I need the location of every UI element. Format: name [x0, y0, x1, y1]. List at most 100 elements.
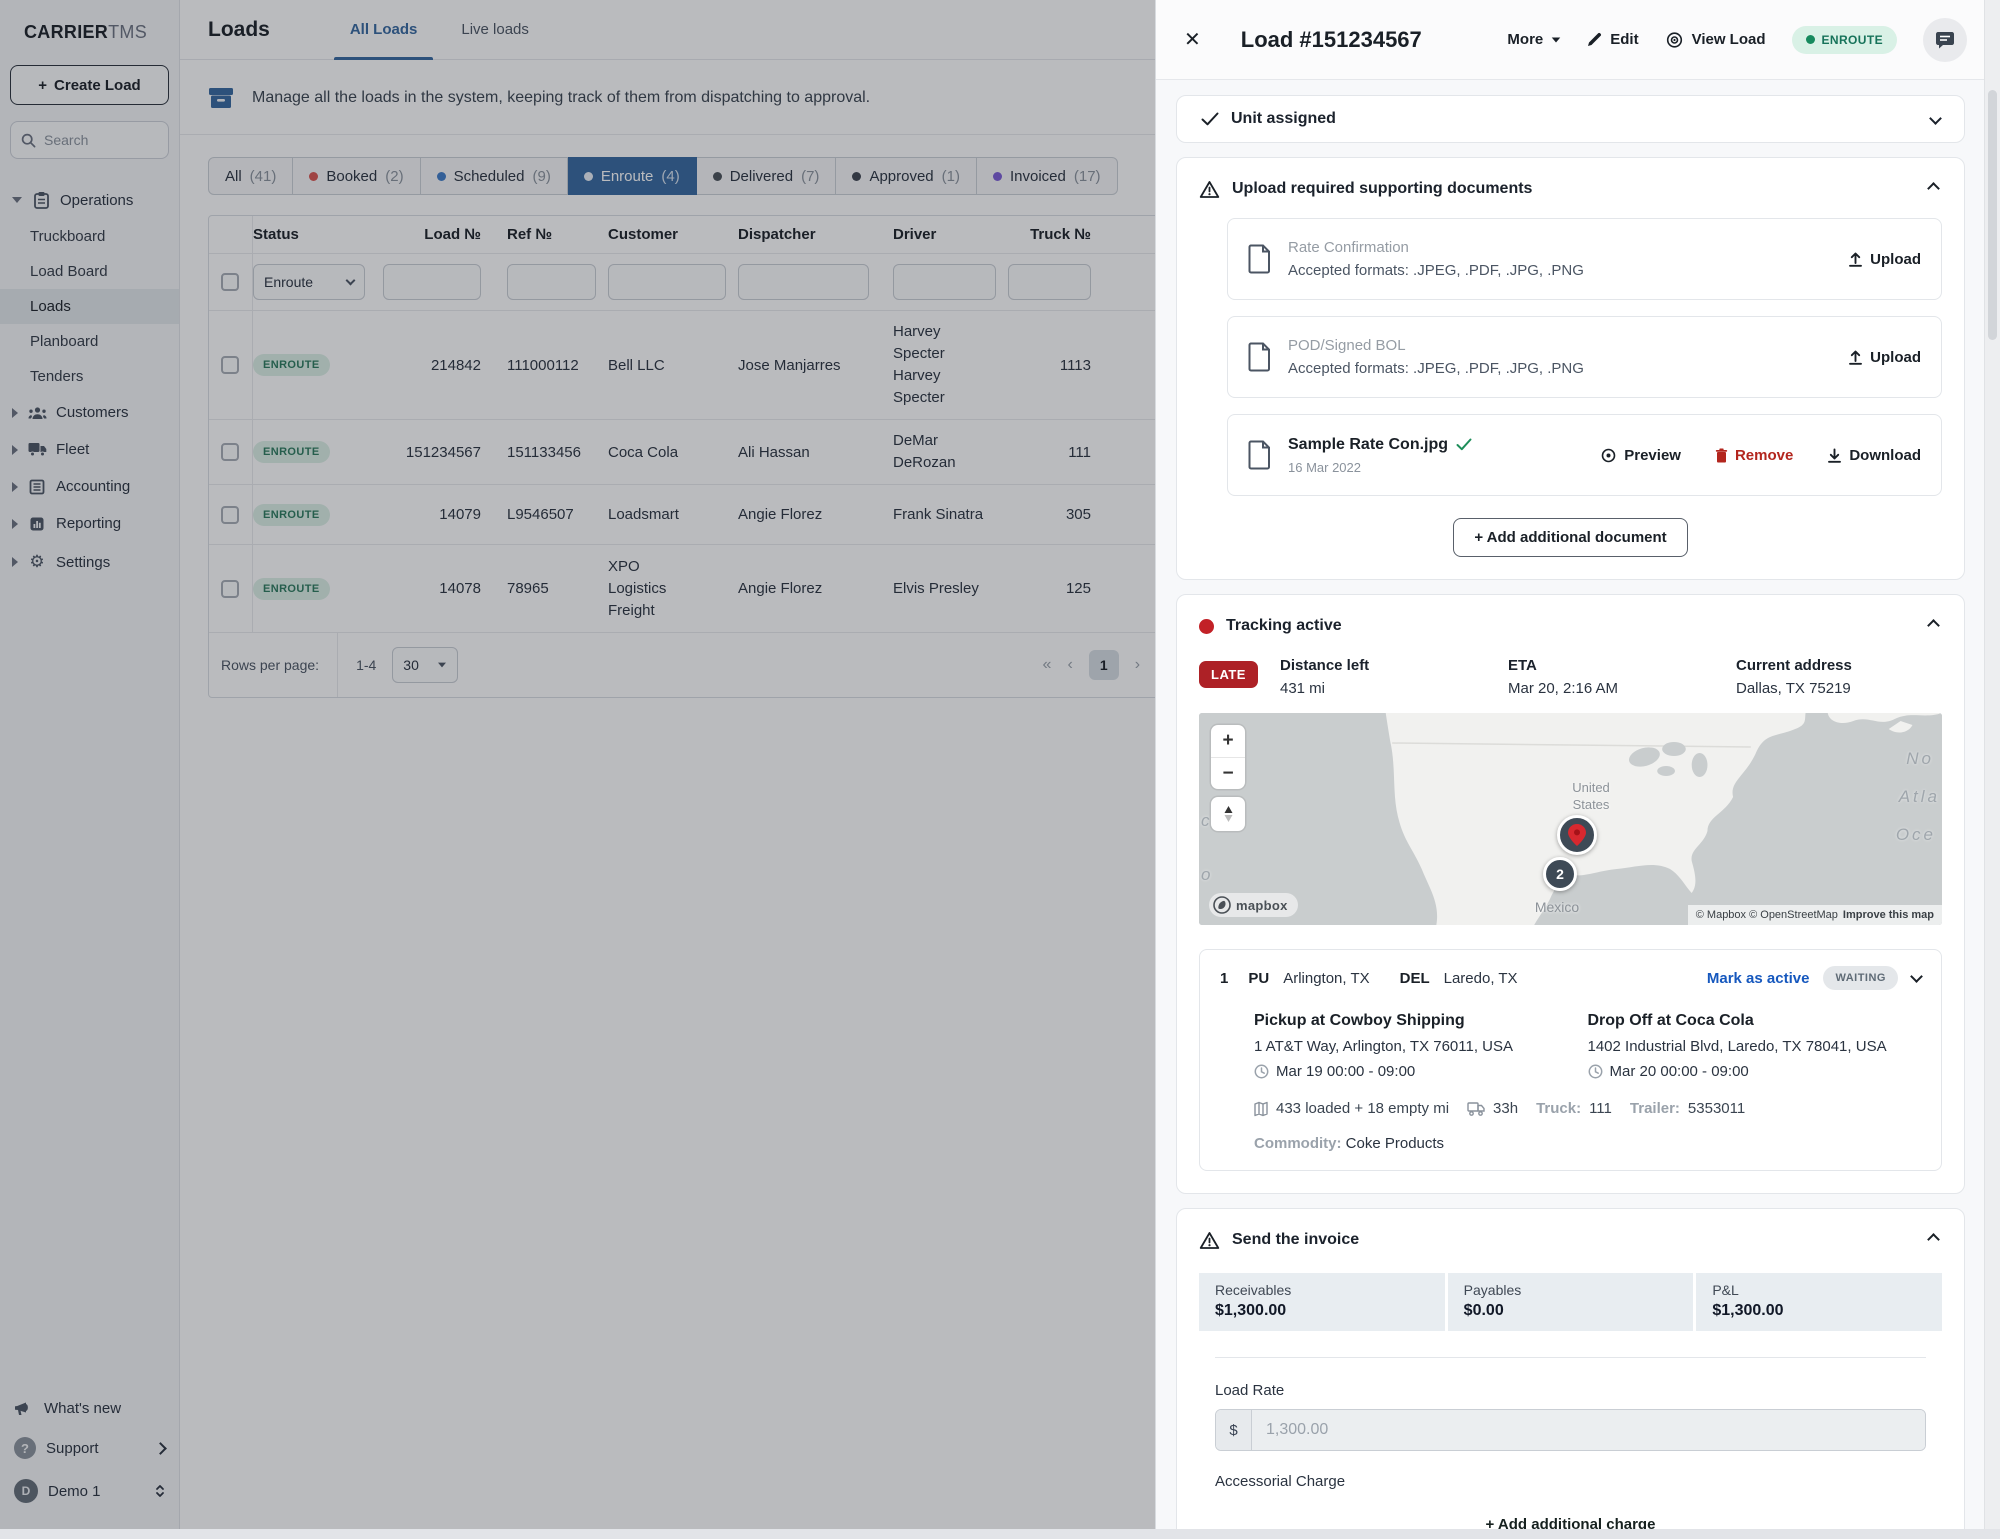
- dropoff-title: Drop Off at Coca Cola: [1588, 1012, 1922, 1030]
- tracking-dot-icon: [1199, 619, 1214, 634]
- map-mexico-label: Mexico: [1517, 899, 1597, 916]
- tracking-header: Tracking active: [1199, 613, 1942, 639]
- route-icon: [1254, 1101, 1268, 1117]
- edit-button[interactable]: Edit: [1587, 31, 1638, 48]
- document-name: Rate Confirmation: [1288, 239, 1584, 256]
- currency-prefix: $: [1216, 1410, 1252, 1450]
- document-slot: Rate Confirmation Accepted formats: .JPE…: [1227, 218, 1942, 300]
- map-country-label: United States: [1551, 779, 1631, 813]
- collapse-icon[interactable]: [1925, 176, 1942, 202]
- green-check-icon: [1456, 438, 1472, 451]
- mapbox-logo: mapbox: [1209, 893, 1298, 917]
- pickup-title: Pickup at Cowboy Shipping: [1254, 1012, 1588, 1030]
- scrollbar[interactable]: [1984, 0, 2000, 1539]
- pu-label: PU: [1248, 970, 1269, 987]
- more-button[interactable]: More: [1507, 31, 1561, 48]
- accessorial-label: Accessorial Charge: [1215, 1473, 1942, 1490]
- upload-icon: [1848, 349, 1863, 365]
- pu-city: Arlington, TX: [1283, 970, 1369, 987]
- commodity-row: Commodity: Coke Products: [1254, 1135, 1921, 1152]
- expand-icon[interactable]: [1931, 110, 1940, 128]
- truck-value: 111: [1589, 1100, 1612, 1117]
- invoice-title: Send the invoice: [1232, 1231, 1359, 1249]
- preview-eye-icon: [1600, 448, 1617, 463]
- duration-text: 33h: [1493, 1100, 1518, 1117]
- document-name: POD/Signed BOL: [1288, 337, 1584, 354]
- pickup-address: 1 AT&T Way, Arlington, TX 76011, USA: [1254, 1038, 1588, 1055]
- invoice-summary: Receivables $1,300.00 Payables $0.00 P&L…: [1199, 1273, 1942, 1331]
- upload-icon: [1848, 251, 1863, 267]
- zoom-in-button[interactable]: +: [1211, 725, 1245, 757]
- horizontal-scrollbar[interactable]: [0, 1529, 2000, 1539]
- upload-button[interactable]: Upload: [1848, 251, 1921, 268]
- truck-time-icon: [1467, 1102, 1485, 1116]
- download-icon: [1827, 447, 1842, 463]
- stop-number: 1: [1220, 970, 1228, 987]
- add-document-button[interactable]: + Add additional document: [1453, 518, 1687, 557]
- preview-button[interactable]: Preview: [1600, 447, 1681, 464]
- panel-body: Unit assigned Upload required supporting…: [1156, 80, 1985, 1539]
- load-rate-input[interactable]: [1252, 1410, 1925, 1450]
- dropoff-time: Mar 20 00:00 - 09:00: [1610, 1063, 1749, 1080]
- tracking-title: Tracking active: [1226, 617, 1342, 635]
- tracking-map[interactable]: United States Mexico No Atla Oce c o + −: [1199, 713, 1942, 925]
- document-formats: Accepted formats: .JPEG, .PDF, .JPG, .PN…: [1288, 262, 1584, 279]
- collapse-icon[interactable]: [1925, 613, 1942, 639]
- clock-icon: [1588, 1064, 1603, 1079]
- stop-cluster-marker[interactable]: 2: [1543, 857, 1577, 891]
- upload-button[interactable]: Upload: [1848, 349, 1921, 366]
- remove-button[interactable]: Remove: [1715, 447, 1793, 464]
- del-city: Laredo, TX: [1444, 970, 1518, 987]
- pickup-details: Pickup at Cowboy Shipping 1 AT&T Way, Ar…: [1254, 1012, 1588, 1080]
- close-icon[interactable]: ✕: [1184, 27, 1201, 52]
- commodity-label: Commodity:: [1254, 1135, 1342, 1152]
- commodity-value: Coke Products: [1346, 1135, 1444, 1152]
- improve-map-link[interactable]: Improve this map: [1843, 909, 1934, 921]
- view-load-button[interactable]: View Load: [1665, 31, 1766, 48]
- stop-header: 1 PU Arlington, TX DEL Laredo, TX Mark a…: [1220, 966, 1921, 990]
- invoice-section: Send the invoice Receivables $1,300.00 P…: [1176, 1208, 1965, 1539]
- map-ocean-label: o: [1201, 865, 1213, 885]
- pl-cell: P&L $1,300.00: [1696, 1273, 1942, 1331]
- stop-details: Pickup at Cowboy Shipping 1 AT&T Way, Ar…: [1220, 1012, 1921, 1080]
- trash-icon: [1715, 448, 1728, 463]
- waiting-badge: WAITING: [1823, 966, 1898, 990]
- unit-assigned-section[interactable]: Unit assigned: [1176, 95, 1965, 143]
- collapse-icon[interactable]: [1925, 1227, 1942, 1253]
- documents-title: Upload required supporting documents: [1232, 180, 1532, 198]
- pencil-icon: [1587, 32, 1602, 47]
- payables-cell: Payables $0.00: [1448, 1273, 1694, 1331]
- mark-as-active-link[interactable]: Mark as active: [1707, 970, 1810, 987]
- chat-button[interactable]: [1923, 18, 1967, 62]
- upload-label: Upload: [1870, 251, 1921, 268]
- download-button[interactable]: Download: [1827, 447, 1921, 464]
- panel-actions: More Edit View Load ENROUTE: [1507, 18, 1967, 62]
- file-icon: [1248, 342, 1272, 372]
- map-ocean-label: Oce: [1896, 825, 1936, 845]
- trailer-value: 5353011: [1688, 1100, 1745, 1117]
- invoice-header: Send the invoice: [1199, 1227, 1942, 1253]
- documents-section: Upload required supporting documents Rat…: [1176, 157, 1965, 580]
- clock-icon: [1254, 1064, 1269, 1079]
- late-badge: LATE: [1199, 661, 1258, 688]
- chevron-down-icon[interactable]: [1910, 970, 1923, 983]
- map-attribution: © Mapbox © OpenStreetMap Improve this ma…: [1688, 905, 1942, 925]
- miles-text: 433 loaded + 18 empty mi: [1276, 1100, 1449, 1117]
- eye-icon: [1665, 32, 1684, 48]
- compass-button[interactable]: [1211, 797, 1245, 831]
- receivables-cell: Receivables $1,300.00: [1199, 1273, 1445, 1331]
- map-controls: + −: [1211, 725, 1245, 831]
- truck-position-marker[interactable]: [1557, 815, 1597, 855]
- truck-label: Truck:: [1536, 1100, 1581, 1117]
- tracking-section: Tracking active LATE Distance left 431 m…: [1176, 594, 1965, 1194]
- pickup-time: Mar 19 00:00 - 09:00: [1276, 1063, 1415, 1080]
- zoom-out-button[interactable]: −: [1211, 757, 1245, 789]
- warning-icon: [1199, 1231, 1220, 1250]
- edit-label: Edit: [1610, 31, 1638, 48]
- stat-distance: Distance left 431 mi: [1280, 657, 1486, 697]
- file-icon: [1248, 244, 1272, 274]
- unit-assigned-title: Unit assigned: [1231, 110, 1336, 128]
- modal-backdrop[interactable]: [0, 0, 1155, 1539]
- scrollbar-thumb[interactable]: [1988, 90, 1997, 340]
- documents-header: Upload required supporting documents: [1199, 176, 1942, 202]
